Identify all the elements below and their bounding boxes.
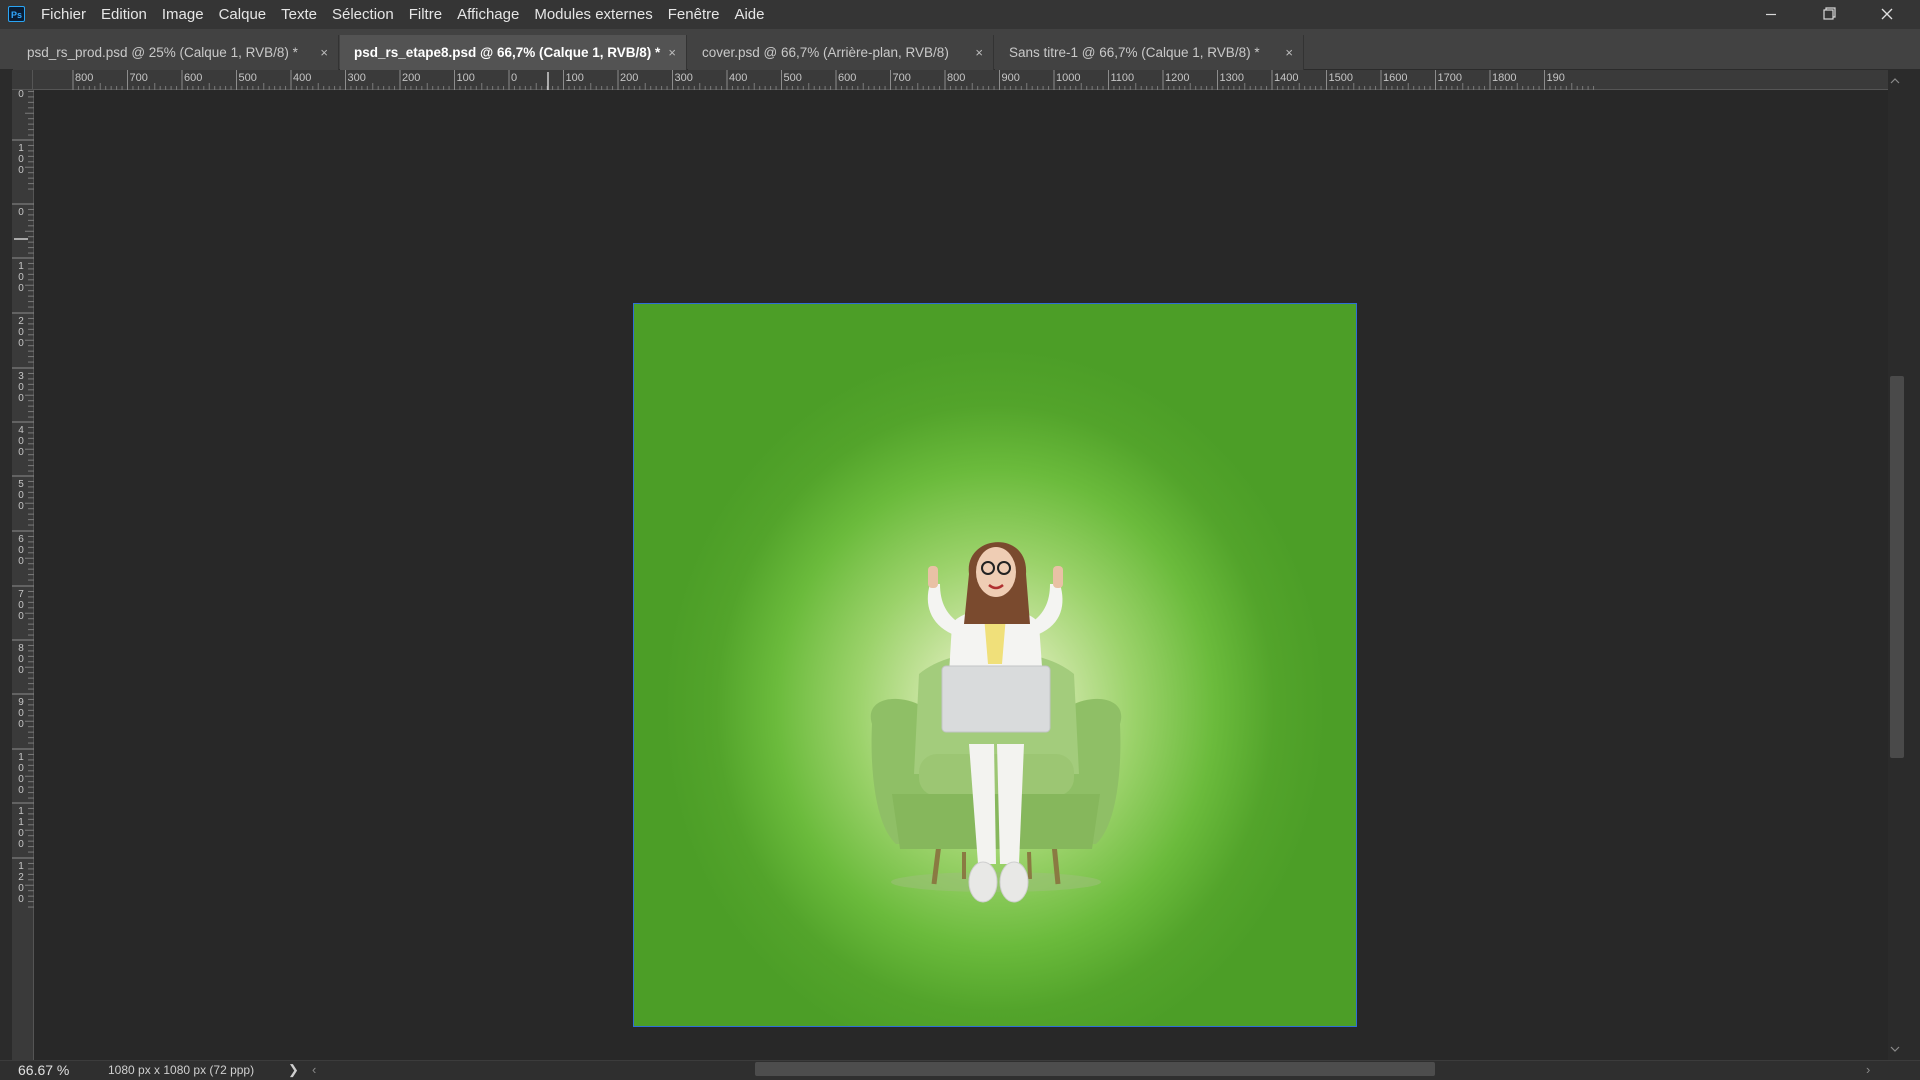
- tab-close-icon[interactable]: ×: [668, 35, 676, 70]
- document-canvas[interactable]: [633, 303, 1357, 1027]
- ruler-tick-label: 100: [456, 72, 475, 84]
- ruler-tick-label: 500: [783, 72, 802, 84]
- scroll-left-icon[interactable]: ‹: [312, 1061, 316, 1079]
- ruler-tick-label: 600: [184, 72, 203, 84]
- ruler-tick-label: 190: [1546, 72, 1565, 84]
- ruler-tick-label: 1300: [1219, 72, 1244, 84]
- title-bar: Ps Fichier Edition Image Calque Texte Sé…: [0, 0, 1920, 29]
- menu-calque[interactable]: Calque: [212, 0, 274, 29]
- ruler-tick-label: 0: [511, 72, 518, 84]
- menu-fenetre[interactable]: Fenêtre: [661, 0, 727, 29]
- ruler-tick-label: 400: [293, 72, 312, 84]
- restore-icon: [1823, 7, 1836, 20]
- ruler-tick-label: 1100: [1110, 72, 1135, 84]
- ruler-tick-label: 1100: [18, 806, 24, 850]
- ruler-tick-label: 0: [18, 89, 24, 100]
- zoom-level-field[interactable]: 66.67 %: [12, 1061, 76, 1079]
- tab-psd-rs-prod[interactable]: psd_rs_prod.psd @ 25% (Calque 1, RVB/8) …: [13, 35, 339, 70]
- tab-psd-rs-etape8[interactable]: psd_rs_etape8.psd @ 66,7% (Calque 1, RVB…: [340, 35, 687, 70]
- horizontal-ruler[interactable]: 800 700 600 500 400 300 200 100 0 100 200 300 400 500…: [33, 70, 1888, 90]
- ruler-tick-label: 300: [347, 72, 366, 84]
- ruler-tick-label: 1200: [18, 861, 24, 905]
- ruler-ticks: [12, 90, 34, 908]
- scroll-up-icon: [1890, 78, 1900, 84]
- scroll-down-icon: [1890, 1046, 1900, 1052]
- ruler-tick-label: 700: [18, 589, 24, 622]
- ruler-tick-label: 0: [18, 207, 24, 218]
- tab-close-icon[interactable]: ×: [320, 35, 328, 70]
- ruler-tick-label: 300: [674, 72, 693, 84]
- document-size-info: 1080 px x 1080 px (72 ppp): [108, 1063, 255, 1077]
- ruler-tick-label: 800: [18, 643, 24, 676]
- menu-modules-externes[interactable]: Modules externes: [527, 0, 659, 29]
- ruler-origin[interactable]: [12, 70, 33, 90]
- vertical-ruler[interactable]: 0 100 0 100 200 300 400 500 600 700 800 900 1000 1100…: [12, 89, 34, 1060]
- tab-label: psd_rs_etape8.psd @ 66,7% (Calque 1, RVB…: [354, 45, 661, 60]
- ruler-tick-label: 500: [18, 479, 24, 512]
- menu-selection[interactable]: Sélection: [325, 0, 401, 29]
- restore-button[interactable]: [1800, 0, 1858, 29]
- menu-aide[interactable]: Aide: [727, 0, 771, 29]
- horizontal-scroll-thumb[interactable]: [755, 1062, 1435, 1076]
- ruler-tick-label: 800: [75, 72, 94, 84]
- ruler-tick-label: 600: [838, 72, 857, 84]
- ruler-tick-label: 1600: [1383, 72, 1408, 84]
- ruler-tick-label: 1500: [1328, 72, 1353, 84]
- tab-label: cover.psd @ 66,7% (Arrière-plan, RVB/8): [702, 45, 949, 60]
- ruler-tick-label: 1700: [1437, 72, 1462, 84]
- close-icon: [1881, 8, 1893, 20]
- menu-filtre[interactable]: Filtre: [402, 0, 449, 29]
- ruler-tick-label: 200: [18, 316, 24, 349]
- ruler-tick-label: 200: [620, 72, 639, 84]
- ruler-tick-label: 700: [892, 72, 911, 84]
- ruler-tick-label: 600: [18, 534, 24, 567]
- photoshop-logo-icon: Ps: [8, 6, 25, 22]
- tab-label: Sans titre-1 @ 66,7% (Calque 1, RVB/8) *: [1009, 45, 1260, 60]
- minimize-icon: [1766, 13, 1776, 16]
- minimize-button[interactable]: [1742, 0, 1800, 29]
- ruler-tick-label: 1400: [1274, 72, 1299, 84]
- menu-affichage[interactable]: Affichage: [450, 0, 526, 29]
- ruler-tick-label: 500: [238, 72, 257, 84]
- tab-cover[interactable]: cover.psd @ 66,7% (Arrière-plan, RVB/8) …: [688, 35, 994, 70]
- ruler-tick-label: 400: [729, 72, 748, 84]
- tab-sans-titre-1[interactable]: Sans titre-1 @ 66,7% (Calque 1, RVB/8) *…: [995, 35, 1304, 70]
- ruler-tick-label: 300: [18, 371, 24, 404]
- workspace[interactable]: [34, 90, 1888, 1060]
- menu-bar: Fichier Edition Image Calque Texte Sélec…: [34, 0, 772, 29]
- ruler-tick-label: 400: [18, 425, 24, 458]
- scroll-right-icon[interactable]: ›: [1866, 1061, 1870, 1079]
- ruler-tick-label: 1800: [1492, 72, 1517, 84]
- ruler-tick-label: 100: [18, 261, 24, 294]
- vertical-scroll-thumb[interactable]: [1890, 376, 1904, 758]
- status-menu-arrow-icon[interactable]: ❯: [288, 1061, 299, 1079]
- menu-edition[interactable]: Edition: [94, 0, 154, 29]
- ruler-tick-label: 200: [402, 72, 421, 84]
- woman-in-armchair-image: [870, 542, 1122, 903]
- document-tab-bar: psd_rs_prod.psd @ 25% (Calque 1, RVB/8) …: [0, 29, 1920, 70]
- ruler-tick-label: 1000: [18, 752, 24, 796]
- ruler-tick-label: 100: [18, 143, 24, 176]
- menu-fichier[interactable]: Fichier: [34, 0, 93, 29]
- ruler-tick-label: 100: [565, 72, 584, 84]
- ruler-tick-label: 1200: [1165, 72, 1190, 84]
- ruler-tick-label: 1000: [1056, 72, 1081, 84]
- ruler-tick-label: 800: [947, 72, 966, 84]
- tab-label: psd_rs_prod.psd @ 25% (Calque 1, RVB/8) …: [27, 45, 298, 60]
- ruler-tick-label: 900: [1001, 72, 1020, 84]
- tab-close-icon[interactable]: ×: [975, 35, 983, 70]
- close-window-button[interactable]: [1858, 0, 1916, 29]
- menu-image[interactable]: Image: [155, 0, 211, 29]
- ruler-tick-label: 700: [129, 72, 148, 84]
- ruler-tick-label: 900: [18, 697, 24, 730]
- tab-close-icon[interactable]: ×: [1285, 35, 1293, 70]
- left-panel-strip: [0, 70, 12, 1080]
- menu-texte[interactable]: Texte: [274, 0, 324, 29]
